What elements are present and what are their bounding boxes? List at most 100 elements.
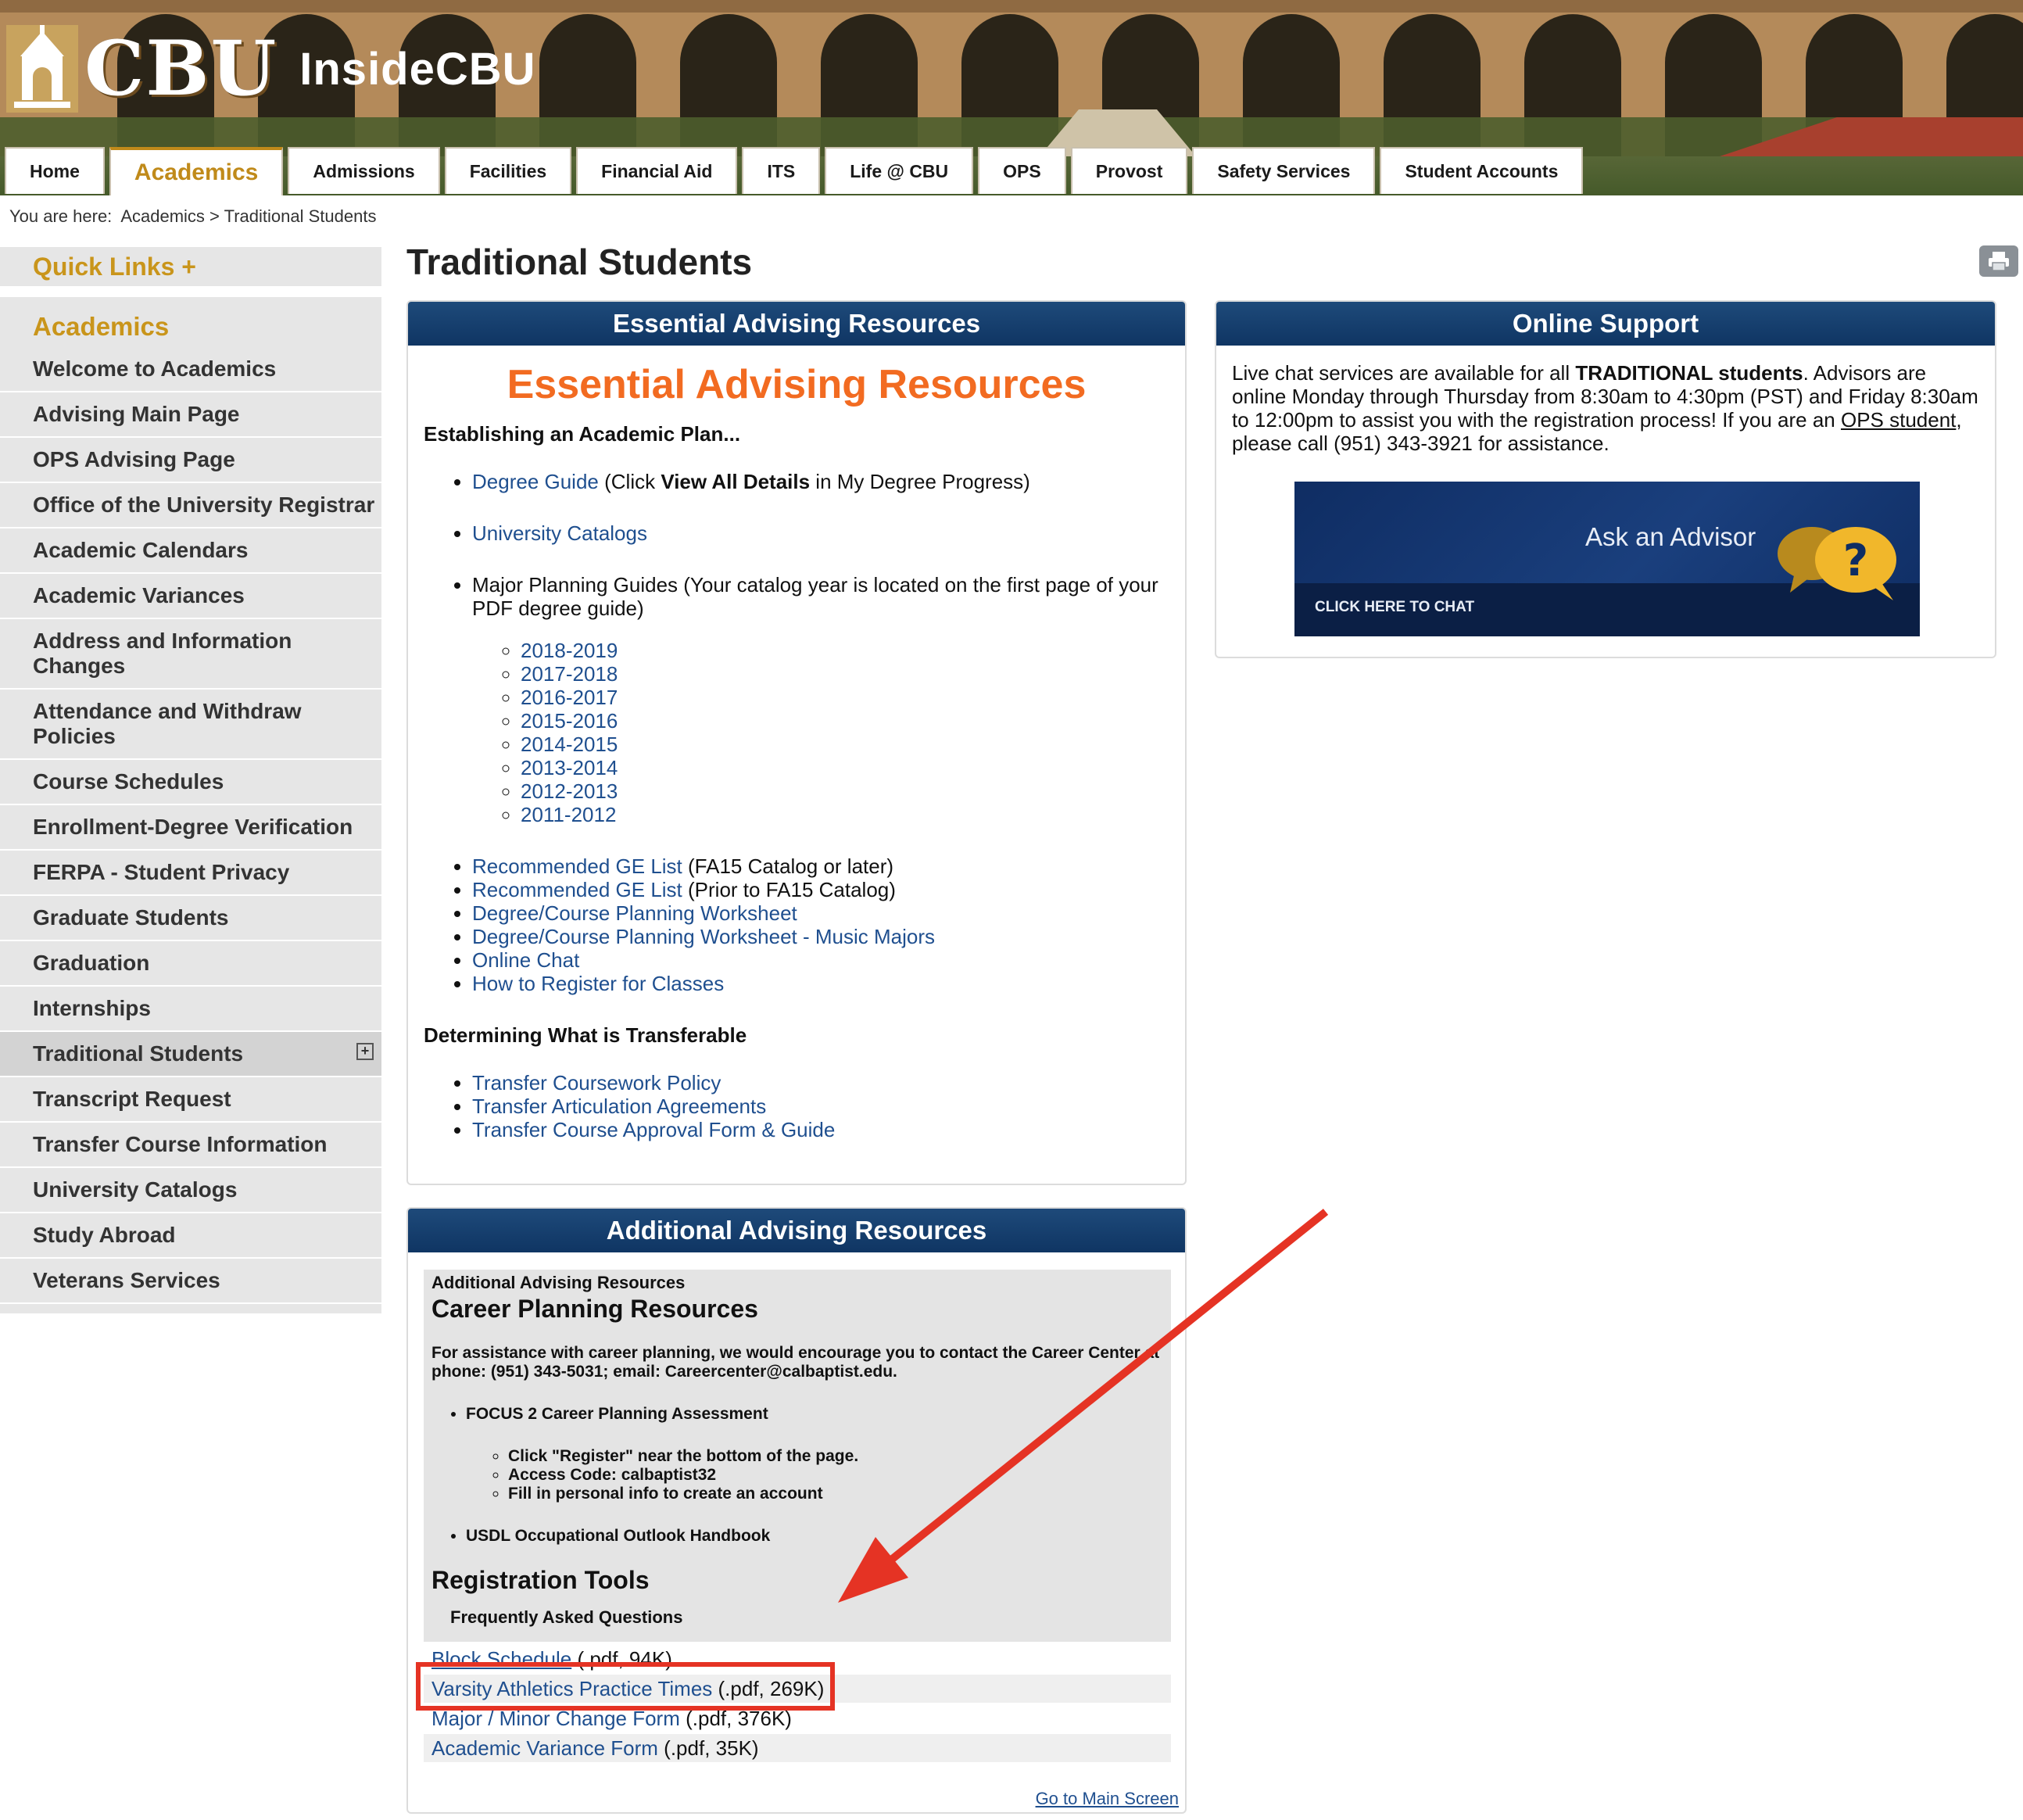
list-item: How to Register for Classes	[472, 972, 1185, 995]
how-to-register-link[interactable]: How to Register for Classes	[472, 972, 724, 995]
list-item: 2016-2017	[521, 686, 1169, 709]
catalog-year-link[interactable]: 2014-2015	[521, 733, 618, 756]
planning-links-list: Recommended GE List (FA15 Catalog or lat…	[408, 854, 1185, 995]
list-item: Degree/Course Planning Worksheet	[472, 901, 1185, 925]
sidebar-item-academic-calendars[interactable]: Academic Calendars	[0, 528, 381, 574]
catalog-year-link[interactable]: 2011-2012	[521, 803, 616, 826]
quick-links-toggle[interactable]: Quick Links +	[0, 247, 381, 286]
sidebar-item-label: Transcript Request	[33, 1087, 231, 1111]
transfer-approval-form-link[interactable]: Transfer Course Approval Form & Guide	[472, 1118, 835, 1141]
breadcrumb-academics[interactable]: Academics	[120, 206, 205, 226]
bell-tower-icon	[6, 25, 78, 113]
list-item: Recommended GE List (Prior to FA15 Catal…	[472, 878, 1185, 901]
tab-its[interactable]: ITS	[742, 147, 821, 194]
sidebar-item-attendance-and-withdraw-policies[interactable]: Attendance and Withdraw Policies	[0, 690, 381, 760]
sidebar-item-label: FERPA - Student Privacy	[33, 860, 290, 884]
catalog-year-link[interactable]: 2018-2019	[521, 639, 618, 662]
catalog-year-link[interactable]: 2013-2014	[521, 756, 618, 779]
breadcrumb: You are here: Academics > Traditional St…	[9, 206, 376, 227]
chat-bubble-icon: ?	[1778, 527, 1896, 600]
tab-student-accounts[interactable]: Student Accounts	[1380, 147, 1584, 194]
sidebar-item-label: Study Abroad	[33, 1223, 176, 1247]
support-text-bold: TRADITIONAL students	[1575, 361, 1803, 385]
tab-financial-aid[interactable]: Financial Aid	[576, 147, 738, 194]
additional-small-title: Additional Advising Resources	[431, 1273, 686, 1292]
degree-guide-note-post: in My Degree Progress)	[810, 470, 1030, 493]
sidebar-item-label: Welcome to Academics	[33, 356, 277, 381]
support-text-a: Live chat services are available for all	[1232, 361, 1576, 385]
sidebar-item-graduate-students[interactable]: Graduate Students	[0, 896, 381, 941]
tab-provost[interactable]: Provost	[1070, 147, 1188, 194]
sidebar-item-ferpa-student-privacy[interactable]: FERPA - Student Privacy	[0, 851, 381, 896]
sidebar-item-traditional-students[interactable]: Traditional Students +	[0, 1032, 381, 1077]
print-button[interactable]	[1979, 245, 2018, 277]
sidebar-item-university-catalogs[interactable]: University Catalogs	[0, 1168, 381, 1213]
list-item: Recommended GE List (FA15 Catalog or lat…	[472, 854, 1185, 878]
sidebar-item-label: Office of the University Registrar	[33, 493, 375, 517]
catalog-year-link[interactable]: 2012-2013	[521, 779, 618, 803]
planning-worksheet-link[interactable]: Degree/Course Planning Worksheet	[472, 901, 797, 925]
tab-safety-services[interactable]: Safety Services	[1192, 147, 1376, 194]
focus-steps: Click "Register" near the bottom of the …	[466, 1447, 1171, 1503]
highlight-box	[416, 1662, 835, 1711]
online-chat-link[interactable]: Online Chat	[472, 948, 579, 972]
list-item: 2015-2016	[521, 709, 1169, 733]
sidebar-item-transfer-course-information[interactable]: Transfer Course Information	[0, 1123, 381, 1168]
sidebar-item-label: Transfer Course Information	[33, 1132, 328, 1156]
university-catalogs-link[interactable]: University Catalogs	[472, 521, 647, 545]
sidebar-item-internships[interactable]: Internships	[0, 987, 381, 1032]
sidebar-item-label: Address and Information Changes	[33, 629, 292, 678]
sidebar-item-enrollment-degree-verification[interactable]: Enrollment-Degree Verification	[0, 805, 381, 851]
registration-tools-title: Registration Tools	[431, 1566, 650, 1594]
sidebar-item-academic-variances[interactable]: Academic Variances	[0, 574, 381, 619]
articulation-agreements-link[interactable]: Transfer Articulation Agreements	[472, 1095, 766, 1118]
list-item: Access Code: calbaptist32	[508, 1466, 1171, 1485]
go-to-main-screen-link[interactable]: Go to Main Screen	[1036, 1789, 1179, 1809]
sidebar-item-label: Academic Variances	[33, 583, 245, 607]
tab-home[interactable]: Home	[5, 147, 105, 194]
tab-academics[interactable]: Academics	[109, 147, 284, 195]
sidebar-item-ops-advising-page[interactable]: OPS Advising Page	[0, 438, 381, 483]
list-item: University Catalogs	[472, 521, 1185, 545]
list-item: Degree/Course Planning Worksheet - Music…	[472, 925, 1185, 948]
list-item: Transfer Articulation Agreements	[472, 1095, 1185, 1118]
tab-ops[interactable]: OPS	[978, 147, 1066, 194]
tab-facilities[interactable]: Facilities	[444, 147, 572, 194]
music-worksheet-link[interactable]: Degree/Course Planning Worksheet - Music…	[472, 925, 935, 948]
sidebar-item-study-abroad[interactable]: Study Abroad	[0, 1213, 381, 1259]
banner-title: Ask an Advisor	[1585, 522, 1756, 551]
file-meta: (.pdf, 35K)	[657, 1736, 759, 1760]
tab-admissions[interactable]: Admissions	[288, 147, 440, 194]
sidebar-item-advising-main-page[interactable]: Advising Main Page	[0, 392, 381, 438]
sidebar-item-address-and-information-changes[interactable]: Address and Information Changes	[0, 619, 381, 690]
ops-student-link[interactable]: OPS student	[1841, 408, 1956, 432]
list-item: Click "Register" near the bottom of the …	[508, 1447, 1171, 1466]
academic-variance-form-link[interactable]: Academic Variance Form	[431, 1736, 658, 1760]
expand-icon[interactable]: +	[356, 1043, 374, 1060]
printer-icon	[1989, 252, 2009, 271]
sidebar-item-label: Advising Main Page	[33, 402, 240, 426]
sidebar-item-label: Veterans Services	[33, 1268, 220, 1292]
ge-list-prior-link[interactable]: Recommended GE List	[472, 878, 682, 901]
degree-guide-link[interactable]: Degree Guide	[472, 470, 599, 493]
sidebar-item-transcript-request[interactable]: Transcript Request	[0, 1077, 381, 1123]
tab-life-cbu[interactable]: Life @ CBU	[825, 147, 974, 194]
ge-list-link[interactable]: Recommended GE List	[472, 854, 682, 878]
sidebar-item-welcome-to-academics[interactable]: Welcome to Academics	[0, 347, 381, 392]
transfer-policy-link[interactable]: Transfer Coursework Policy	[472, 1071, 721, 1095]
panel-header: Online Support	[1216, 302, 1995, 346]
site-logo[interactable]: CBU InsideCBU	[6, 22, 536, 116]
sidebar-item-office-of-the-university-registrar[interactable]: Office of the University Registrar	[0, 483, 381, 528]
sidebar-item-graduation[interactable]: Graduation	[0, 941, 381, 987]
catalog-year-link[interactable]: 2015-2016	[521, 709, 618, 733]
sidebar-item-course-schedules[interactable]: Course Schedules	[0, 760, 381, 805]
list-item: Fill in personal info to create an accou…	[508, 1485, 1171, 1503]
ask-advisor-banner[interactable]: Ask an Advisor CLICK HERE TO CHAT ?	[1294, 482, 1920, 636]
catalog-year-link[interactable]: 2016-2017	[521, 686, 618, 709]
list-item: 2013-2014	[521, 756, 1169, 779]
sidebar-item-veterans-services[interactable]: Veterans Services	[0, 1259, 381, 1304]
sidebar-item-label: Course Schedules	[33, 769, 224, 794]
sidebar-heading[interactable]: Academics	[0, 297, 381, 347]
cbu-logo-text: CBU	[84, 24, 278, 113]
catalog-year-link[interactable]: 2017-2018	[521, 662, 618, 686]
